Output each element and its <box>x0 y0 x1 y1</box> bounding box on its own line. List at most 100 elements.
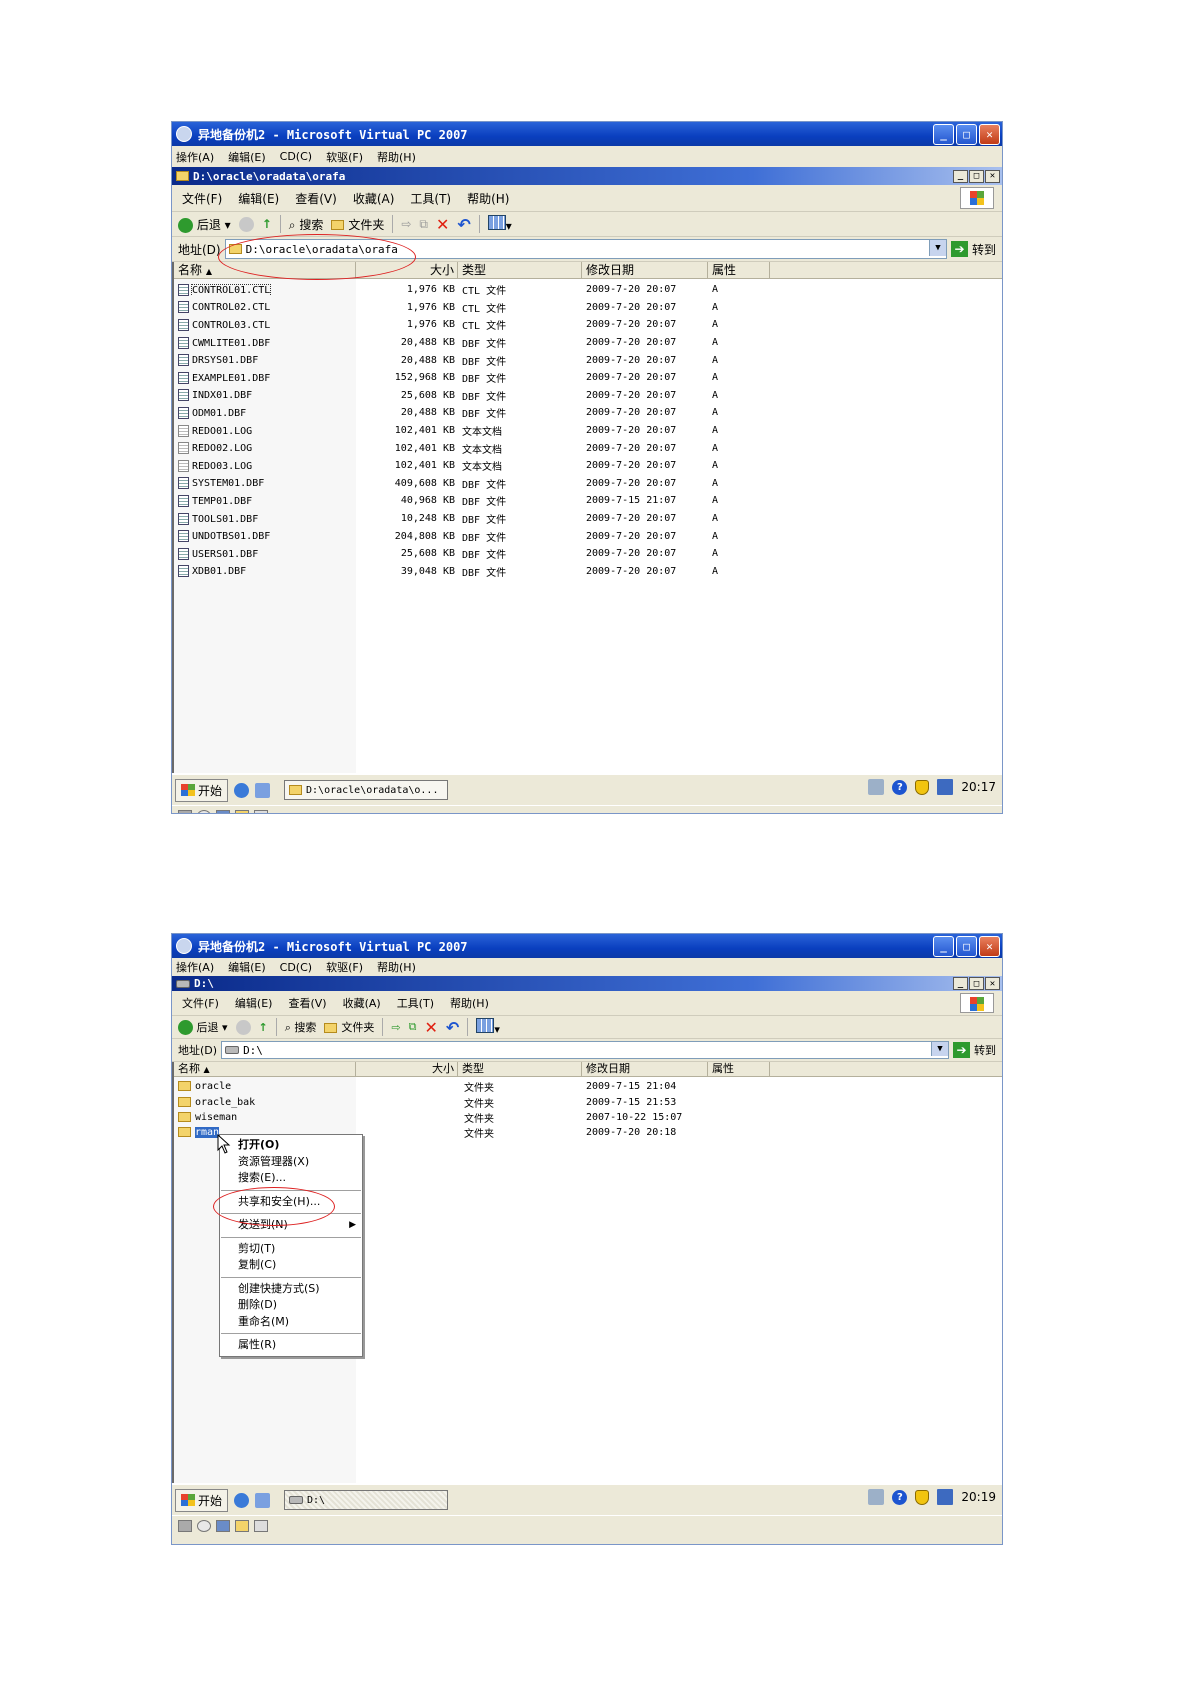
hdd-icon[interactable] <box>178 810 192 813</box>
go-button[interactable]: ➔ 转到 <box>950 241 996 258</box>
address-dropdown-icon[interactable]: ▼ <box>928 240 946 256</box>
ctx-send-to[interactable]: 发送到(N) ▶ <box>220 1217 362 1234</box>
file-row[interactable]: DRSYS01.DBF 20,488 KB DBF 文件 2009-7-20 20:0… <box>174 351 1002 369</box>
menu-edit[interactable]: 编辑(E) <box>238 190 279 207</box>
folder-row[interactable]: oracle 文件夹 2009-7-15 21:04 <box>174 1079 1002 1094</box>
ctx-copy[interactable]: 复制(C) <box>220 1257 362 1274</box>
network-icon[interactable] <box>868 779 885 795</box>
network-adapter-icon[interactable] <box>254 810 268 813</box>
vpc-menu-edit[interactable]: 编辑(E) <box>228 149 266 165</box>
search-button[interactable]: ⌕ 搜索 <box>289 216 324 233</box>
explorer-restore-button[interactable]: □ <box>969 977 984 990</box>
menu-file[interactable]: 文件(F) <box>182 190 222 207</box>
menu-tools[interactable]: 工具(T) <box>410 190 451 207</box>
back-button[interactable]: 后退 ▾ <box>178 1019 228 1036</box>
monitor-icon[interactable] <box>937 779 954 795</box>
file-row[interactable]: XDB01.DBF 39,048 KB DBF 文件 2009-7-20 20:07 A <box>174 563 1002 581</box>
ctx-cut[interactable]: 剪切(T) <box>220 1241 362 1258</box>
file-row[interactable]: USERS01.DBF 25,608 KB DBF 文件 2009-7-20 20:0… <box>174 545 1002 563</box>
file-row[interactable]: TEMP01.DBF 40,968 KB DBF 文件 2009-7-15 21:07… <box>174 492 1002 510</box>
help-icon[interactable]: ? <box>892 1489 908 1505</box>
file-row[interactable]: CWMLITE01.DBF 20,488 KB DBF 文件 2009-7-20 20… <box>174 334 1002 352</box>
maximize-button[interactable]: □ <box>956 123 977 145</box>
explorer-minimize-button[interactable]: _ <box>953 977 968 990</box>
start-button[interactable]: 开始 <box>175 778 229 802</box>
vpc-menu-floppy[interactable]: 软驱(F) <box>326 959 363 975</box>
file-row[interactable]: UNDOTBS01.DBF 204,808 KB DBF 文件 2009-7-20 2… <box>174 527 1002 545</box>
security-shield-icon[interactable] <box>915 779 930 795</box>
ie-icon[interactable] <box>234 1492 250 1508</box>
floppy-icon[interactable] <box>216 810 230 813</box>
ctx-rename[interactable]: 重命名(M) <box>220 1314 362 1331</box>
vpc-menu-cd[interactable]: CD(C) <box>280 961 312 974</box>
forward-arrow-icon[interactable] <box>235 1019 251 1035</box>
ctx-properties[interactable]: 属性(R) <box>220 1337 362 1354</box>
ctx-delete[interactable]: 删除(D) <box>220 1297 362 1314</box>
vpc-menu-edit[interactable]: 编辑(E) <box>228 959 266 975</box>
network-icon[interactable] <box>868 1489 885 1505</box>
security-shield-icon[interactable] <box>915 1489 930 1505</box>
file-row[interactable]: SYSTEM01.DBF 409,608 KB DBF 文件 2009-7-20 20… <box>174 475 1002 493</box>
taskbar-item[interactable]: D:\oracle\oradata\o... <box>284 780 449 800</box>
views-button[interactable]: ▾ <box>487 215 512 233</box>
column-name[interactable]: 名称 ▲ <box>174 262 356 278</box>
maximize-button[interactable]: □ <box>956 935 977 957</box>
cd-icon[interactable] <box>197 810 211 813</box>
column-type[interactable]: 类型 <box>458 1062 582 1076</box>
menu-help[interactable]: 帮助(H) <box>467 190 509 207</box>
quicklaunch-icon[interactable] <box>255 1492 271 1508</box>
ctx-explorer[interactable]: 资源管理器(X) <box>220 1154 362 1171</box>
floppy-icon[interactable] <box>216 1520 230 1532</box>
vpc-menu-help[interactable]: 帮助(H) <box>377 959 416 975</box>
back-button[interactable]: 后退 ▾ <box>178 216 231 233</box>
column-size[interactable]: 大小 <box>356 1062 458 1076</box>
folder-row[interactable]: oracle_bak 文件夹 2009-7-15 21:53 <box>174 1094 1002 1110</box>
close-button[interactable]: ✕ <box>979 123 1000 145</box>
column-type[interactable]: 类型 <box>458 262 582 278</box>
file-row[interactable]: CONTROL02.CTL 1,976 KB CTL 文件 2009-7-20 20:… <box>174 299 1002 317</box>
menu-favorites[interactable]: 收藏(A) <box>353 190 395 207</box>
menu-help[interactable]: 帮助(H) <box>450 995 489 1011</box>
vpc-menu-action[interactable]: 操作(A) <box>176 959 214 975</box>
file-row[interactable]: INDX01.DBF 25,608 KB DBF 文件 2009-7-20 20:07… <box>174 387 1002 405</box>
move-to-icon[interactable]: ⇨ <box>391 1021 400 1034</box>
taskbar-item[interactable]: D:\ <box>284 1490 449 1510</box>
undo-icon[interactable]: ↶ <box>446 1018 459 1037</box>
menu-tools[interactable]: 工具(T) <box>397 995 434 1011</box>
forward-arrow-icon[interactable] <box>238 216 254 232</box>
explorer-restore-button[interactable]: □ <box>969 169 984 183</box>
delete-icon[interactable]: ✕ <box>425 1018 438 1037</box>
search-button[interactable]: ⌕ 搜索 <box>285 1019 317 1035</box>
column-attr[interactable]: 属性 <box>708 1062 770 1076</box>
address-input[interactable]: D:\oracle\oradata\orafa ▼ <box>224 239 947 259</box>
file-row[interactable]: EXAMPLE01.DBF 152,968 KB DBF 文件 2009-7-20 2… <box>174 369 1002 387</box>
file-row[interactable]: CONTROL01.CTL 1,976 KB CTL 文件 2009-7-20 20:… <box>174 281 1002 299</box>
address-dropdown-icon[interactable]: ▼ <box>931 1042 948 1056</box>
folder-row[interactable]: wiseman 文件夹 2007-10-22 15:07 <box>174 1110 1002 1125</box>
start-button[interactable]: 开始 <box>175 1488 229 1512</box>
go-button[interactable]: ➔ 转到 <box>953 1042 996 1058</box>
file-row[interactable]: REDO03.LOG 102,401 KB 文本文档 2009-7-20 20:07 A <box>174 457 1002 475</box>
address-input[interactable]: D:\ ▼ <box>221 1041 949 1059</box>
vpc-menu-floppy[interactable]: 软驱(F) <box>326 149 363 165</box>
minimize-button[interactable]: _ <box>933 123 954 145</box>
ie-icon[interactable] <box>234 782 250 798</box>
menu-file[interactable]: 文件(F) <box>182 995 219 1011</box>
move-to-icon[interactable]: ⇨ <box>401 217 411 231</box>
folders-button[interactable]: 文件夹 <box>331 216 384 233</box>
menu-view[interactable]: 查看(V) <box>295 190 337 207</box>
column-size[interactable]: 大小 <box>356 262 458 278</box>
column-date[interactable]: 修改日期 <box>582 262 708 278</box>
menu-view[interactable]: 查看(V) <box>288 995 326 1011</box>
copy-to-icon[interactable]: ⧉ <box>409 1020 417 1034</box>
file-row[interactable]: TOOLS01.DBF 10,248 KB DBF 文件 2009-7-20 20:0… <box>174 510 1002 528</box>
quicklaunch-icon[interactable] <box>255 782 271 798</box>
explorer-close-button[interactable]: ✕ <box>985 169 1000 183</box>
monitor-icon[interactable] <box>937 1489 954 1505</box>
views-button[interactable]: ▾ <box>476 1018 500 1036</box>
up-folder-icon[interactable]: ↑ <box>262 217 272 231</box>
network-adapter-icon[interactable] <box>254 1520 268 1532</box>
ctx-create-shortcut[interactable]: 创建快捷方式(S) <box>220 1281 362 1298</box>
ctx-search[interactable]: 搜索(E)... <box>220 1170 362 1187</box>
menu-favorites[interactable]: 收藏(A) <box>343 995 381 1011</box>
